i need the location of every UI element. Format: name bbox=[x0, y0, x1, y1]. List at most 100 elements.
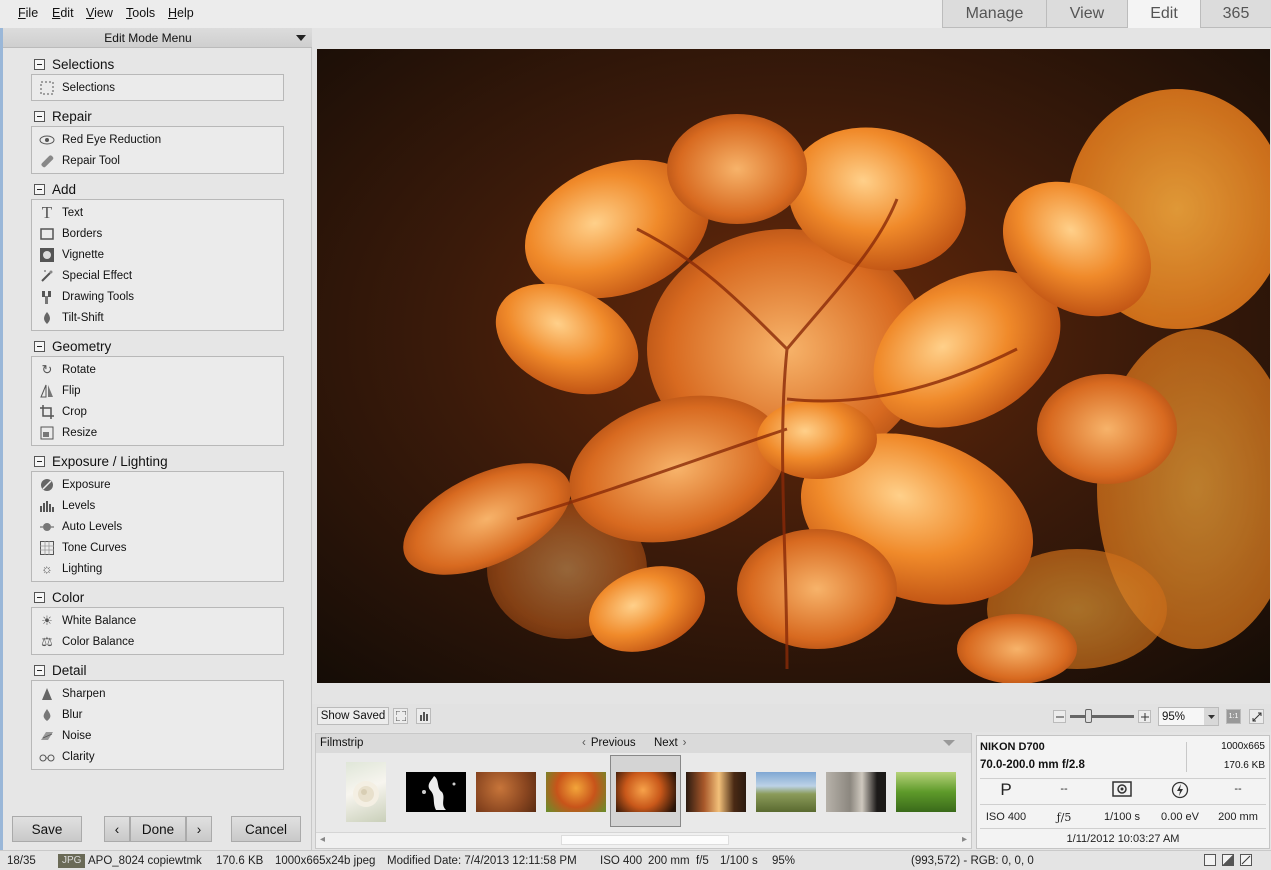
collapse-icon[interactable] bbox=[34, 455, 45, 467]
thumbnail[interactable] bbox=[546, 772, 606, 812]
tool-tilt-shift[interactable]: Tilt-Shift bbox=[32, 307, 283, 328]
tool-borders[interactable]: Borders bbox=[32, 223, 283, 244]
zoom-value: 95% bbox=[1162, 710, 1186, 723]
thumbnail[interactable] bbox=[406, 772, 466, 812]
zoom-one-to-one-button[interactable]: 1:1 bbox=[1226, 709, 1241, 724]
zoom-select[interactable]: 95% bbox=[1158, 707, 1219, 726]
collapse-icon[interactable] bbox=[34, 591, 45, 603]
levels-icon bbox=[39, 498, 55, 514]
tool-resize[interactable]: Resize bbox=[32, 422, 283, 443]
brush-icon bbox=[39, 289, 55, 305]
section-title: Selections bbox=[52, 56, 115, 72]
fullscreen-icon[interactable] bbox=[393, 708, 408, 724]
tool-drawing-tools[interactable]: Drawing Tools bbox=[32, 286, 283, 307]
thumbnail-selected[interactable] bbox=[616, 772, 676, 812]
collapse-icon[interactable] bbox=[34, 110, 45, 122]
filmstrip-scrollbar[interactable]: ◂ ▸ bbox=[316, 832, 971, 848]
tool-flip[interactable]: Flip bbox=[32, 380, 283, 401]
zoom-in-icon[interactable] bbox=[1138, 710, 1151, 723]
tab-manage[interactable]: Manage bbox=[942, 0, 1046, 28]
bandage-icon bbox=[39, 153, 55, 169]
tool-auto-levels[interactable]: Auto Levels bbox=[32, 516, 283, 537]
menu-file[interactable]: File bbox=[18, 6, 38, 20]
zoom-slider-thumb[interactable] bbox=[1084, 709, 1092, 723]
exposure-bias: 0.00 eV bbox=[1161, 811, 1199, 823]
tool-label: Crop bbox=[62, 405, 87, 418]
tool-text[interactable]: T Text bbox=[32, 202, 283, 223]
thumbnail[interactable] bbox=[476, 772, 536, 812]
tool-crop[interactable]: Crop bbox=[32, 401, 283, 422]
next-button[interactable]: › bbox=[186, 816, 212, 842]
chevron-down-icon[interactable] bbox=[296, 35, 306, 41]
tool-label: Selections bbox=[62, 81, 116, 94]
tool-label: Text bbox=[62, 206, 84, 219]
section-title: Add bbox=[52, 181, 77, 197]
tool-sharpen[interactable]: Sharpen bbox=[32, 683, 283, 704]
show-saved-button[interactable]: Show Saved bbox=[317, 707, 389, 725]
thumbnail[interactable] bbox=[686, 772, 746, 812]
menu-bar: File Edit View Tools Help Manage View Ed… bbox=[0, 0, 1271, 28]
tool-noise[interactable]: Noise bbox=[32, 725, 283, 746]
tool-color-balance[interactable]: ⚖ Color Balance bbox=[32, 631, 283, 652]
tool-red-eye-reduction[interactable]: Red Eye Reduction bbox=[32, 129, 283, 150]
chevron-down-icon[interactable] bbox=[943, 740, 955, 746]
edit-view-icon[interactable] bbox=[1240, 854, 1252, 866]
divider bbox=[980, 828, 1266, 829]
tool-levels[interactable]: Levels bbox=[32, 495, 283, 516]
split-view-icon[interactable] bbox=[1222, 854, 1234, 866]
collapse-icon[interactable] bbox=[34, 58, 45, 70]
zoom-out-icon[interactable] bbox=[1053, 710, 1066, 723]
section-title: Color bbox=[52, 589, 85, 605]
edit-mode-panel: Edit Mode Menu Selections Selections Rep… bbox=[0, 28, 312, 850]
tool-repair-tool[interactable]: Repair Tool bbox=[32, 150, 283, 171]
tool-tone-curves[interactable]: Tone Curves bbox=[32, 537, 283, 558]
tool-blur[interactable]: Blur bbox=[32, 704, 283, 725]
panel-title: Edit Mode Menu bbox=[104, 31, 192, 45]
chevron-left-icon[interactable]: ◂ bbox=[320, 834, 325, 845]
section-title: Geometry bbox=[52, 338, 112, 354]
next-link[interactable]: Next › bbox=[654, 737, 687, 749]
done-button[interactable]: Done bbox=[130, 816, 186, 842]
zoom-slider[interactable] bbox=[1070, 715, 1134, 718]
tool-rotate[interactable]: ↻ Rotate bbox=[32, 359, 283, 380]
tool-clarity[interactable]: Clarity bbox=[32, 746, 283, 767]
menu-tools[interactable]: Tools bbox=[126, 6, 155, 20]
photo-autumn-leaves[interactable] bbox=[317, 49, 1270, 683]
menu-edit[interactable]: Edit bbox=[52, 6, 74, 20]
previous-link[interactable]: ‹ Previous bbox=[582, 737, 636, 749]
section-add: Add T Text Borders Vignette Special Effec… bbox=[31, 180, 284, 331]
tool-label: Blur bbox=[62, 708, 83, 721]
cursor-rgb: (993,572) - RGB: 0, 0, 0 bbox=[911, 855, 1034, 867]
menu-help[interactable]: Help bbox=[168, 6, 194, 20]
thumbnail[interactable] bbox=[756, 772, 816, 812]
fit-to-window-icon[interactable] bbox=[1249, 709, 1264, 724]
save-button[interactable]: Save bbox=[12, 816, 82, 842]
tool-vignette[interactable]: Vignette bbox=[32, 244, 283, 265]
tool-special-effect[interactable]: Special Effect bbox=[32, 265, 283, 286]
thumbnail[interactable] bbox=[896, 772, 956, 812]
normal-view-icon[interactable] bbox=[1204, 854, 1216, 866]
thumbnail[interactable] bbox=[346, 762, 386, 822]
tab-edit[interactable]: Edit bbox=[1127, 0, 1200, 28]
chevron-right-icon[interactable]: ▸ bbox=[962, 834, 967, 845]
tool-selections[interactable]: Selections bbox=[32, 77, 283, 98]
tool-lighting[interactable]: ☼ Lighting bbox=[32, 558, 283, 579]
tab-365[interactable]: 365 bbox=[1200, 0, 1271, 28]
thumbnail[interactable] bbox=[826, 772, 886, 812]
previous-button[interactable]: ‹ bbox=[104, 816, 130, 842]
tool-exposure[interactable]: Exposure bbox=[32, 474, 283, 495]
collapse-icon[interactable] bbox=[34, 340, 45, 352]
tool-label: White Balance bbox=[62, 614, 137, 627]
menu-view[interactable]: View bbox=[86, 6, 113, 20]
histogram-icon[interactable] bbox=[416, 708, 431, 724]
scroll-thumb[interactable] bbox=[561, 835, 729, 845]
tab-view[interactable]: View bbox=[1046, 0, 1127, 28]
collapse-icon[interactable] bbox=[34, 664, 45, 676]
section-detail: Detail Sharpen Blur Noise Clarity bbox=[31, 661, 284, 770]
panel-header[interactable]: Edit Mode Menu bbox=[3, 28, 312, 48]
collapse-icon[interactable] bbox=[34, 183, 45, 195]
vignette-icon bbox=[39, 247, 55, 263]
tool-label: Tilt-Shift bbox=[62, 311, 104, 324]
cancel-button[interactable]: Cancel bbox=[231, 816, 301, 842]
tool-white-balance[interactable]: ☀ White Balance bbox=[32, 610, 283, 631]
